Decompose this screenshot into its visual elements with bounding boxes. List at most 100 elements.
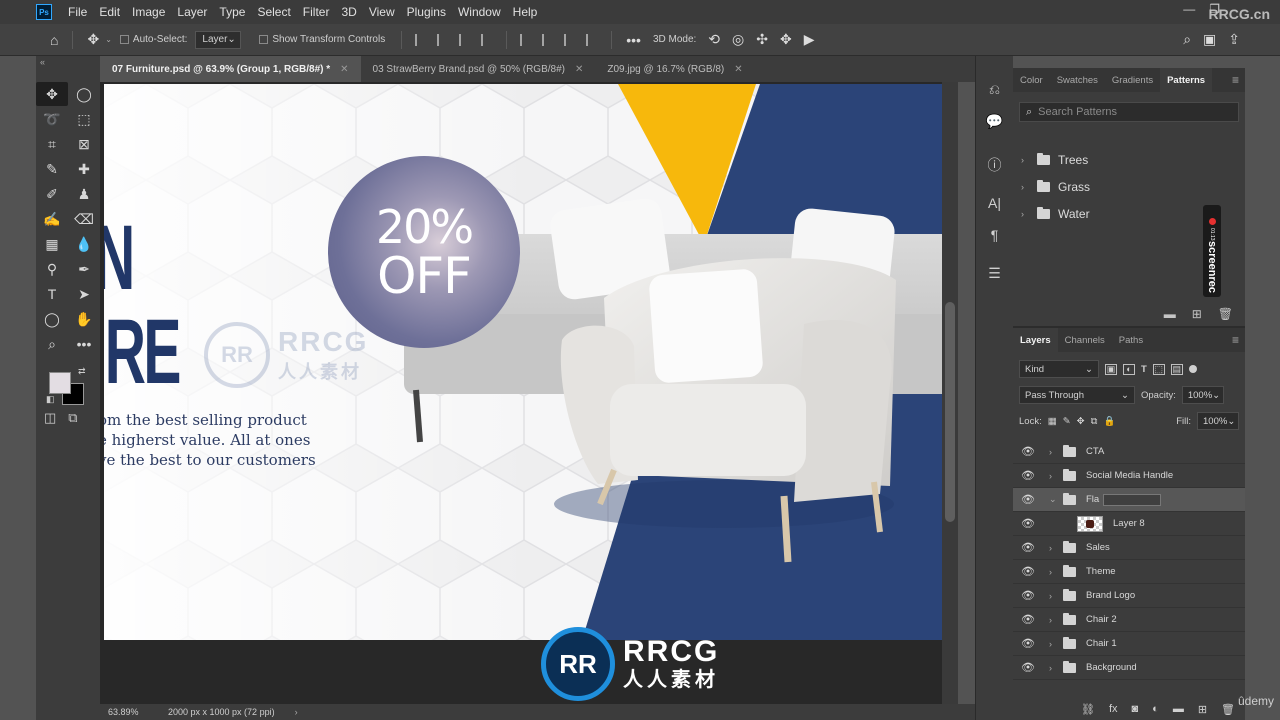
chevron-down-icon[interactable]: ⌄ (105, 35, 112, 44)
new-layer-icon[interactable]: ⊞ (1198, 703, 1207, 716)
object-select-icon[interactable]: ⬚ (68, 107, 100, 131)
blend-mode-dropdown[interactable]: Pass Through ⌄ (1019, 386, 1135, 404)
lock-position-icon[interactable]: ✥ (1077, 416, 1085, 427)
doc-tab-furniture[interactable]: 07 Furniture.psd @ 63.9% (Group 1, RGB/8… (100, 56, 361, 82)
fill-input[interactable]: 100% ⌄ (1197, 412, 1239, 430)
smart-object-filter-icon[interactable]: ▤ (1170, 363, 1183, 375)
eye-icon[interactable]: 👁 (1013, 589, 1043, 602)
layer-row-sales[interactable]: 👁 › Sales (1013, 536, 1245, 560)
shape-icon[interactable]: ◯ (36, 307, 68, 331)
more-options-icon[interactable]: ••• (626, 32, 641, 48)
eraser-icon[interactable]: ⌫ (68, 207, 100, 231)
history-icon[interactable]: ⎌ (976, 76, 1013, 102)
pixel-filter-icon[interactable]: ▣ (1105, 363, 1117, 375)
menu-window[interactable]: Window (452, 5, 507, 19)
layer-row-brand-logo[interactable]: 👁 › Brand Logo (1013, 584, 1245, 608)
tab-swatches[interactable]: Swatches (1050, 68, 1105, 92)
checkbox-box[interactable] (119, 35, 129, 44)
adjustment-filter-icon[interactable]: ◐ (1123, 363, 1135, 375)
layer-name-input[interactable]: Fla (1086, 494, 1099, 505)
eye-icon[interactable]: 👁 (1013, 469, 1043, 482)
layer-row-theme[interactable]: 👁 › Theme (1013, 560, 1245, 584)
stamp-icon[interactable]: ♟ (68, 182, 100, 206)
search-patterns-input[interactable]: ⌕ Search Patterns (1019, 102, 1239, 122)
auto-select-dropdown[interactable]: Layer ⌄ (195, 30, 242, 49)
align-middle-icon[interactable] (542, 33, 554, 46)
zoom-level[interactable]: 63.89% (100, 707, 156, 717)
gradient-icon[interactable]: ▦ (36, 232, 68, 256)
chevron-right-icon[interactable]: › (1049, 639, 1057, 649)
comments-icon[interactable]: 💬 (976, 108, 1013, 134)
align-bottom-icon[interactable] (564, 33, 576, 46)
eye-icon[interactable]: 👁 (1013, 493, 1043, 506)
quick-mask-icon[interactable]: ◫ (44, 410, 56, 426)
lasso-icon[interactable]: ➰ (36, 107, 68, 131)
shape-filter-icon[interactable]: ⬚ (1152, 363, 1165, 375)
3d-camera-icon[interactable]: ▶ (804, 31, 815, 48)
screenrec-widget[interactable]: 01:13 screenrec (1203, 205, 1221, 297)
home-icon[interactable]: ⌂ (50, 32, 58, 48)
document-info[interactable]: 2000 px x 1000 px (72 ppi) (156, 707, 275, 717)
distribute-vertical-icon[interactable] (586, 33, 598, 46)
chevron-right-icon[interactable]: › (1049, 615, 1057, 625)
lock-all-icon[interactable]: 🔒 (1103, 416, 1115, 427)
doc-tab-strawberry[interactable]: 03 StrawBerry Brand.psd @ 50% (RGB/8#) ✕ (360, 56, 596, 82)
pen-icon[interactable]: ✒ (68, 257, 100, 281)
layer-row-chair-2[interactable]: 👁 › Chair 2 (1013, 608, 1245, 632)
align-left-icon[interactable] (415, 33, 427, 46)
pattern-folder-grass[interactable]: › Grass (1013, 173, 1245, 200)
collapse-icon[interactable]: « (36, 56, 100, 76)
zoom-icon[interactable]: ⌕ (36, 332, 68, 356)
eye-icon[interactable]: 👁 (1013, 541, 1043, 554)
chevron-right-icon[interactable]: › (1021, 155, 1029, 165)
3d-slide-icon[interactable]: ✥ (780, 31, 792, 48)
type-icon[interactable]: T (36, 282, 68, 306)
menu-help[interactable]: Help (507, 5, 544, 19)
dodge-icon[interactable]: ⚲ (36, 257, 68, 281)
layer-row-cta[interactable]: 👁 › CTA (1013, 440, 1245, 464)
filter-toggle-icon[interactable] (1188, 365, 1197, 373)
eye-icon[interactable]: 👁 (1013, 661, 1043, 674)
chevron-right-icon[interactable]: › (1049, 543, 1057, 553)
auto-select-checkbox[interactable]: Auto-Select: (119, 34, 187, 45)
close-icon[interactable]: ✕ (340, 64, 348, 75)
tab-layers[interactable]: Layers (1013, 328, 1058, 352)
chevron-right-icon[interactable]: › (1049, 591, 1057, 601)
3d-orbit-icon[interactable]: ⟲ (708, 31, 720, 48)
paragraph-icon[interactable]: ¶ (976, 222, 1013, 248)
adjustments-icon[interactable]: ☰ (976, 260, 1013, 286)
menu-3d[interactable]: 3D (335, 5, 362, 19)
chevron-right-icon[interactable]: › (1049, 447, 1057, 457)
swap-colors-icon[interactable]: ⇄ (78, 366, 86, 377)
move-tool-icon[interactable]: ✥ (36, 82, 68, 106)
distribute-icon[interactable] (481, 33, 493, 46)
vertical-scrollbar[interactable] (942, 82, 958, 704)
chevron-right-icon[interactable]: › (1021, 209, 1029, 219)
foreground-color-swatch[interactable] (49, 372, 71, 394)
tab-channels[interactable]: Channels (1058, 328, 1112, 352)
menu-select[interactable]: Select (251, 5, 296, 19)
eye-icon[interactable]: 👁 (1013, 517, 1043, 530)
character-icon[interactable]: A| (976, 190, 1013, 216)
kind-filter-dropdown[interactable]: Kind ⌄ (1019, 360, 1099, 378)
ellipse-marquee-icon[interactable]: ◯ (68, 82, 100, 106)
checkbox-box[interactable] (259, 35, 269, 44)
fx-icon[interactable]: fx (1109, 703, 1118, 715)
align-right-icon[interactable] (459, 33, 471, 46)
eye-icon[interactable]: 👁 (1013, 565, 1043, 578)
eye-icon[interactable]: 👁 (1013, 613, 1043, 626)
delete-icon[interactable]: 🗑 (1221, 703, 1235, 716)
menu-view[interactable]: View (363, 5, 401, 19)
move-tool-icon[interactable]: ✥ (87, 31, 99, 48)
chevron-down-icon[interactable]: ⌄ (1049, 494, 1057, 505)
type-filter-icon[interactable]: T (1141, 364, 1147, 375)
panel-menu-icon[interactable]: ≡ (1232, 73, 1239, 87)
eye-icon[interactable]: 👁 (1013, 637, 1043, 650)
menu-type[interactable]: Type (213, 5, 251, 19)
3d-pan-icon[interactable]: ✣ (756, 31, 768, 48)
layer-row-background[interactable]: 👁 › Background (1013, 656, 1245, 680)
opacity-input[interactable]: 100% ⌄ (1181, 386, 1224, 404)
layer-row-layer-8[interactable]: 👁 Layer 8 (1013, 512, 1245, 536)
align-center-icon[interactable] (437, 33, 449, 46)
chevron-right-icon[interactable]: › (1049, 567, 1057, 577)
